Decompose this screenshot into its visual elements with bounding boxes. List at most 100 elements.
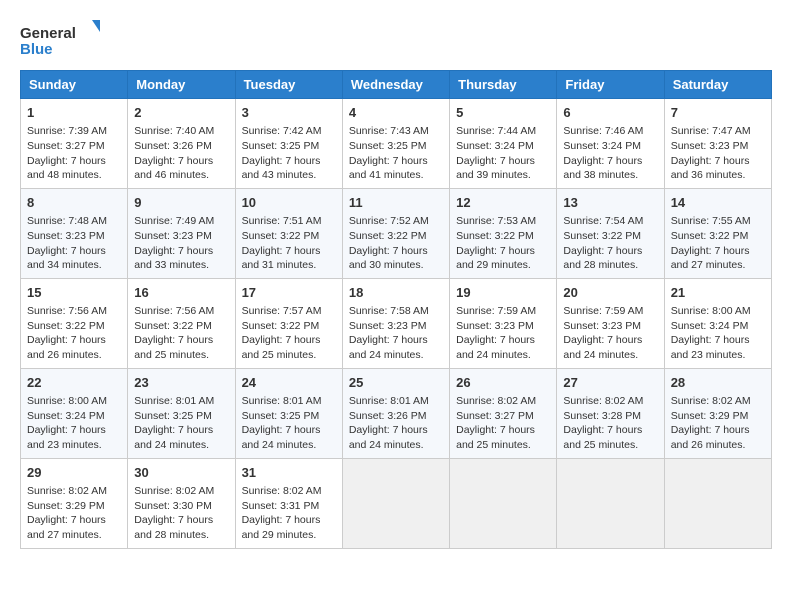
weekday-header-saturday: Saturday xyxy=(664,71,771,99)
calendar-cell xyxy=(450,458,557,548)
sunrise-text: Sunrise: 7:58 AM xyxy=(349,305,429,317)
sunset-text: Sunset: 3:25 PM xyxy=(242,140,320,152)
logo: General Blue xyxy=(20,20,100,60)
sunset-text: Sunset: 3:25 PM xyxy=(349,140,427,152)
sunrise-text: Sunrise: 8:02 AM xyxy=(671,395,751,407)
sunrise-text: Sunrise: 8:02 AM xyxy=(242,485,322,497)
calendar-cell: 9Sunrise: 7:49 AMSunset: 3:23 PMDaylight… xyxy=(128,188,235,278)
day-number: 17 xyxy=(242,284,336,302)
day-number: 8 xyxy=(27,194,121,212)
daylight-text: Daylight: 7 hours and 23 minutes. xyxy=(27,424,106,451)
daylight-text: Daylight: 7 hours and 39 minutes. xyxy=(456,155,535,182)
calendar-cell: 30Sunrise: 8:02 AMSunset: 3:30 PMDayligh… xyxy=(128,458,235,548)
daylight-text: Daylight: 7 hours and 24 minutes. xyxy=(349,424,428,451)
daylight-text: Daylight: 7 hours and 25 minutes. xyxy=(134,334,213,361)
day-number: 12 xyxy=(456,194,550,212)
day-number: 7 xyxy=(671,104,765,122)
sunset-text: Sunset: 3:24 PM xyxy=(563,140,641,152)
calendar-cell: 11Sunrise: 7:52 AMSunset: 3:22 PMDayligh… xyxy=(342,188,449,278)
daylight-text: Daylight: 7 hours and 28 minutes. xyxy=(563,245,642,272)
calendar-cell: 6 Sunrise: 7:46 AM Sunset: 3:24 PM Daylight… xyxy=(557,99,664,189)
daylight-text: Daylight: 7 hours and 27 minutes. xyxy=(27,514,106,541)
sunrise-text: Sunrise: 8:02 AM xyxy=(27,485,107,497)
sunrise-text: Sunrise: 8:01 AM xyxy=(242,395,322,407)
sunrise-text: Sunrise: 7:59 AM xyxy=(456,305,536,317)
calendar-cell: 29 Sunrise: 8:02 AM Sunset: 3:29 PM Dayligh… xyxy=(21,458,128,548)
sunset-text: Sunset: 3:22 PM xyxy=(27,320,105,332)
calendar-week-5: 29 Sunrise: 8:02 AM Sunset: 3:29 PM Dayligh… xyxy=(21,458,772,548)
weekday-header-wednesday: Wednesday xyxy=(342,71,449,99)
daylight-text: Daylight: 7 hours and 46 minutes. xyxy=(134,155,213,182)
sunset-text: Sunset: 3:26 PM xyxy=(349,410,427,422)
daylight-text: Daylight: 7 hours and 29 minutes. xyxy=(456,245,535,272)
day-number: 11 xyxy=(349,194,443,212)
daylight-text: Daylight: 7 hours and 38 minutes. xyxy=(563,155,642,182)
day-number: 16 xyxy=(134,284,228,302)
daylight-text: Daylight: 7 hours and 30 minutes. xyxy=(349,245,428,272)
daylight-text: Daylight: 7 hours and 27 minutes. xyxy=(671,245,750,272)
daylight-text: Daylight: 7 hours and 24 minutes. xyxy=(349,334,428,361)
calendar-cell: 16Sunrise: 7:56 AMSunset: 3:22 PMDayligh… xyxy=(128,278,235,368)
day-number: 10 xyxy=(242,194,336,212)
sunset-text: Sunset: 3:24 PM xyxy=(671,320,749,332)
calendar-cell: 10Sunrise: 7:51 AMSunset: 3:22 PMDayligh… xyxy=(235,188,342,278)
sunrise-text: Sunrise: 7:40 AM xyxy=(134,125,214,137)
calendar-cell xyxy=(342,458,449,548)
sunset-text: Sunset: 3:23 PM xyxy=(134,230,212,242)
day-number: 27 xyxy=(563,374,657,392)
day-number: 23 xyxy=(134,374,228,392)
daylight-text: Daylight: 7 hours and 24 minutes. xyxy=(563,334,642,361)
calendar-body: 1Sunrise: 7:39 AMSunset: 3:27 PMDaylight… xyxy=(21,99,772,549)
calendar-cell: 24Sunrise: 8:01 AMSunset: 3:25 PMDayligh… xyxy=(235,368,342,458)
sunset-text: Sunset: 3:22 PM xyxy=(242,320,320,332)
calendar-cell: 27Sunrise: 8:02 AMSunset: 3:28 PMDayligh… xyxy=(557,368,664,458)
calendar-cell: 22Sunrise: 8:00 AMSunset: 3:24 PMDayligh… xyxy=(21,368,128,458)
sunrise-text: Sunrise: 7:56 AM xyxy=(27,305,107,317)
sunset-text: Sunset: 3:24 PM xyxy=(27,410,105,422)
daylight-text: Daylight: 7 hours and 24 minutes. xyxy=(242,424,321,451)
daylight-text: Daylight: 7 hours and 25 minutes. xyxy=(456,424,535,451)
calendar-cell: 25Sunrise: 8:01 AMSunset: 3:26 PMDayligh… xyxy=(342,368,449,458)
day-number: 4 xyxy=(349,104,443,122)
sunrise-text: Sunrise: 8:01 AM xyxy=(349,395,429,407)
sunset-text: Sunset: 3:24 PM xyxy=(456,140,534,152)
day-number: 18 xyxy=(349,284,443,302)
calendar-cell: 28Sunrise: 8:02 AMSunset: 3:29 PMDayligh… xyxy=(664,368,771,458)
daylight-text: Daylight: 7 hours and 43 minutes. xyxy=(242,155,321,182)
calendar-week-1: 1Sunrise: 7:39 AMSunset: 3:27 PMDaylight… xyxy=(21,99,772,189)
sunrise-text: Sunrise: 7:51 AM xyxy=(242,215,322,227)
day-number: 24 xyxy=(242,374,336,392)
day-number: 19 xyxy=(456,284,550,302)
sunset-text: Sunset: 3:29 PM xyxy=(27,500,105,512)
calendar-cell: 4Sunrise: 7:43 AMSunset: 3:25 PMDaylight… xyxy=(342,99,449,189)
day-number: 29 xyxy=(27,464,121,482)
calendar-cell: 21Sunrise: 8:00 AMSunset: 3:24 PMDayligh… xyxy=(664,278,771,368)
weekday-header-monday: Monday xyxy=(128,71,235,99)
calendar-cell: 26Sunrise: 8:02 AMSunset: 3:27 PMDayligh… xyxy=(450,368,557,458)
weekday-header-thursday: Thursday xyxy=(450,71,557,99)
day-number: 6 xyxy=(563,104,657,122)
calendar-cell: 5Sunrise: 7:44 AMSunset: 3:24 PMDaylight… xyxy=(450,99,557,189)
sunset-text: Sunset: 3:22 PM xyxy=(671,230,749,242)
sunset-text: Sunset: 3:25 PM xyxy=(134,410,212,422)
sunrise-text: Sunrise: 8:02 AM xyxy=(456,395,536,407)
sunrise-text: Sunrise: 7:49 AM xyxy=(134,215,214,227)
calendar-cell xyxy=(664,458,771,548)
day-number: 14 xyxy=(671,194,765,212)
calendar-cell: 12Sunrise: 7:53 AMSunset: 3:22 PMDayligh… xyxy=(450,188,557,278)
sunrise-text: Sunrise: 7:57 AM xyxy=(242,305,322,317)
sunset-text: Sunset: 3:22 PM xyxy=(242,230,320,242)
daylight-text: Daylight: 7 hours and 24 minutes. xyxy=(134,424,213,451)
day-number: 21 xyxy=(671,284,765,302)
generalblue-logo: General Blue xyxy=(20,20,100,60)
sunrise-text: Sunrise: 7:47 AM xyxy=(671,125,751,137)
daylight-text: Daylight: 7 hours and 26 minutes. xyxy=(671,424,750,451)
sunset-text: Sunset: 3:28 PM xyxy=(563,410,641,422)
calendar-cell: 17Sunrise: 7:57 AMSunset: 3:22 PMDayligh… xyxy=(235,278,342,368)
sunset-text: Sunset: 3:22 PM xyxy=(134,320,212,332)
calendar-cell: 13Sunrise: 7:54 AMSunset: 3:22 PMDayligh… xyxy=(557,188,664,278)
calendar-week-4: 22Sunrise: 8:00 AMSunset: 3:24 PMDayligh… xyxy=(21,368,772,458)
sunrise-text: Sunrise: 7:46 AM xyxy=(563,125,643,137)
calendar-cell: 1Sunrise: 7:39 AMSunset: 3:27 PMDaylight… xyxy=(21,99,128,189)
day-number: 3 xyxy=(242,104,336,122)
